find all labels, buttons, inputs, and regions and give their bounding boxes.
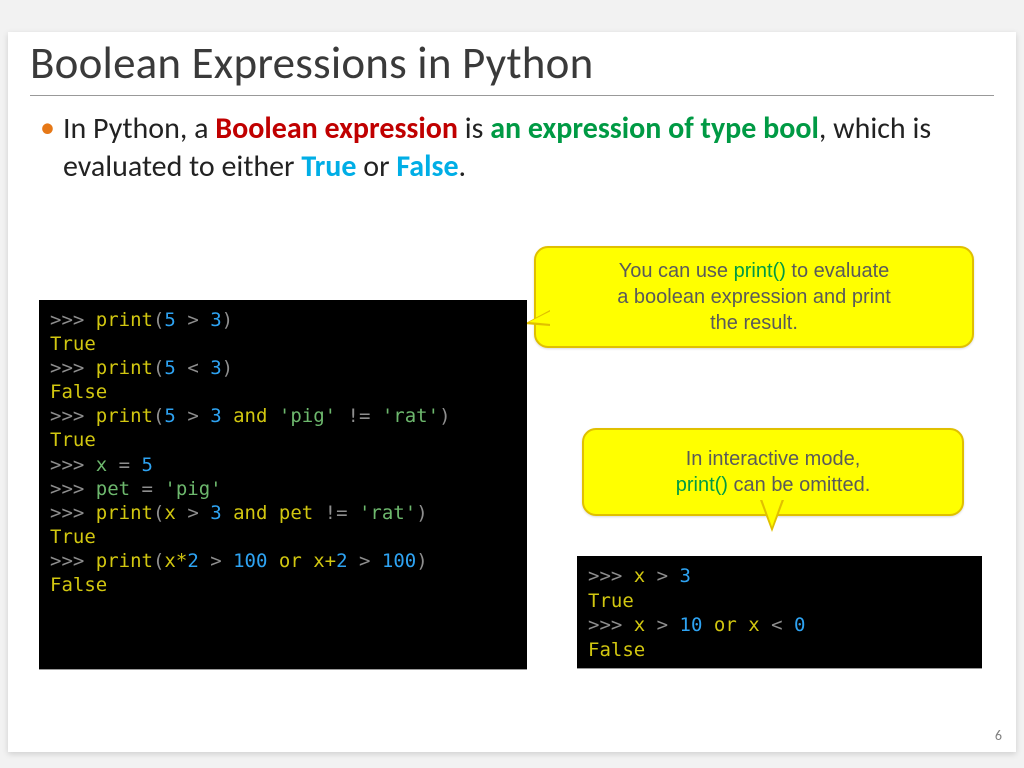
callout2-l2b: can be omitted. xyxy=(728,474,870,496)
slide: Boolean Expressions in Python • In Pytho… xyxy=(8,32,1016,752)
bullet-row: • In Python, a Boolean expression is an … xyxy=(8,96,1016,186)
bullet-green: an expression of type bool xyxy=(490,110,819,147)
page-number: 6 xyxy=(995,727,1002,744)
callout1-l3: the result. xyxy=(710,312,798,334)
bullet-mid1: is xyxy=(458,110,490,147)
callout2-tail-fill xyxy=(762,499,782,527)
bullet-blue1: True xyxy=(301,148,356,185)
bullet-text: In Python, a Boolean expression is an ex… xyxy=(63,110,986,186)
bullet-pre: In Python, a xyxy=(63,110,215,147)
bullet-end: . xyxy=(459,148,467,185)
code-box-main: >>> print(5 > 3) True >>> print(5 < 3) F… xyxy=(39,300,527,669)
slide-title: Boolean Expressions in Python xyxy=(30,36,994,91)
callout1-l1a: You can use xyxy=(619,260,734,282)
code-box-interactive: >>> x > 3 True >>> x > 10 or x < 0 False xyxy=(577,556,982,668)
callout1-fn: print() xyxy=(734,260,786,282)
callout-print-tip: You can use print() to evaluate a boolea… xyxy=(534,246,974,348)
bullet-red: Boolean expression xyxy=(215,110,458,147)
callout2-fn: print() xyxy=(676,474,728,496)
bullet-blue2: False xyxy=(396,148,458,185)
bullet-mid3: or xyxy=(357,148,397,185)
bullet-dot-icon: • xyxy=(40,110,55,146)
title-wrap: Boolean Expressions in Python xyxy=(8,32,1016,93)
callout1-l2: a boolean expression and print xyxy=(617,286,891,308)
callout2-l1: In interactive mode, xyxy=(686,448,861,470)
callout1-tail-fill xyxy=(529,311,551,324)
callout1-l1b: to evaluate xyxy=(786,260,889,282)
